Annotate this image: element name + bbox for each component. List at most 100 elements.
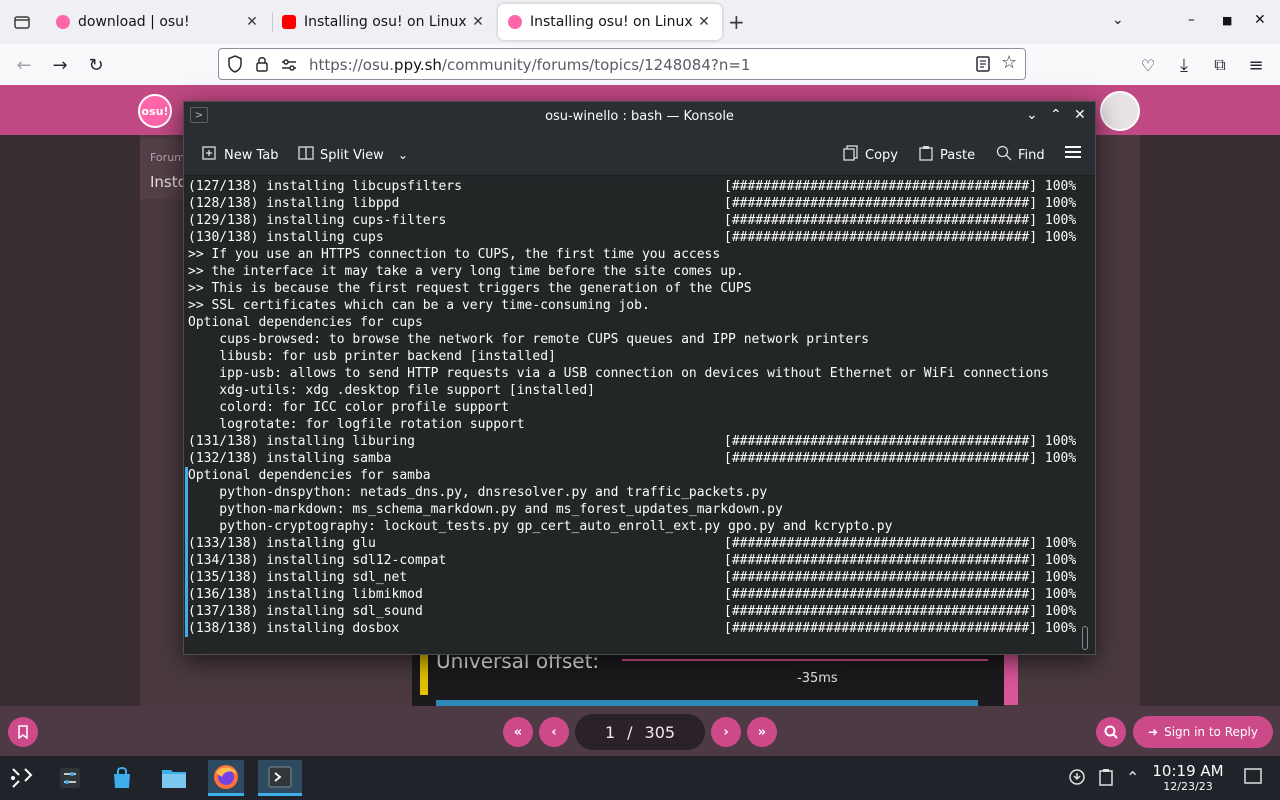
konsole-window[interactable]: > osu-winello : bash — Konsole ⌄ ⌃ ✕ New… xyxy=(183,101,1096,655)
terminal-line: >> This is because the first request tri… xyxy=(188,281,752,296)
terminal-line: >> the interface it may take a very long… xyxy=(188,264,744,279)
terminal-scrollbar[interactable] xyxy=(1082,626,1088,650)
clock[interactable]: 10:19 AM 12/23/23 xyxy=(1146,762,1230,794)
last-page-button[interactable]: » xyxy=(747,717,777,747)
offset-value-badge: -35ms xyxy=(793,670,842,687)
url-bar[interactable]: https://osu.ppy.sh/community/forums/topi… xyxy=(218,48,1026,80)
sign-in-icon: ➜ xyxy=(1148,725,1159,739)
terminal-line: (132/138) installing samba xyxy=(188,451,392,466)
maximize-chevron-icon[interactable]: ⌃ xyxy=(1050,107,1062,123)
konsole-toolbar: New Tab Split View ⌄ Copy Paste Find xyxy=(184,132,1095,176)
minimize-chevron-icon[interactable]: ⌄ xyxy=(1026,107,1038,123)
konsole-close-icon[interactable]: ✕ xyxy=(1074,107,1086,123)
permissions-icon[interactable] xyxy=(281,57,297,76)
konsole-titlebar[interactable]: > osu-winello : bash — Konsole ⌄ ⌃ ✕ xyxy=(184,102,1095,132)
terminal-line: colord: for ICC color profile support xyxy=(188,400,509,415)
downloads-icon[interactable]: ⤓ xyxy=(1172,53,1196,77)
tab-youtube-installing-osu[interactable]: Installing osu! on Linux w ✕ xyxy=(272,4,496,40)
terminal-progress: [######################################]… xyxy=(724,621,1077,636)
back-arrow-icon[interactable]: ← xyxy=(12,53,36,77)
forward-arrow-icon[interactable]: → xyxy=(48,53,72,77)
terminal-progress: [######################################]… xyxy=(724,604,1077,619)
forum-footer-bar: « ‹ 1 / 305 › » ➜ Sign in to Reply xyxy=(0,706,1280,756)
reload-icon[interactable]: ↻ xyxy=(84,53,108,77)
split-view-label: Split View xyxy=(320,147,384,163)
app-menu-icon[interactable]: ≡ xyxy=(1244,53,1268,77)
reader-view-icon[interactable] xyxy=(975,55,991,77)
plasma-taskbar: ⌃ 10:19 AM 12/23/23 xyxy=(0,756,1280,800)
terminal-progress: [######################################]… xyxy=(724,196,1077,211)
page-indicator[interactable]: 1 / 305 xyxy=(575,714,705,750)
close-icon[interactable]: ✕ xyxy=(244,14,260,30)
new-tab-button[interactable]: New Tab xyxy=(202,145,279,165)
app-launcher-icon[interactable] xyxy=(4,760,40,796)
next-page-button[interactable]: › xyxy=(711,717,741,747)
clock-time: 10:19 AM xyxy=(1152,762,1224,780)
window-close-icon[interactable]: ✕ xyxy=(1254,12,1266,28)
tab-installing-osu-forum[interactable]: Installing osu! on Linux w ✕ xyxy=(498,4,722,40)
konsole-taskbar-icon[interactable] xyxy=(258,760,302,796)
file-manager-icon[interactable] xyxy=(156,760,192,796)
shield-icon[interactable] xyxy=(227,55,243,77)
url-path: /community/forums/topics/1248084?n=1 xyxy=(441,56,751,74)
lock-icon[interactable] xyxy=(255,55,269,77)
terminal-line: (136/138) installing libmikmod xyxy=(188,587,423,602)
terminal-line: (135/138) installing sdl_net xyxy=(188,570,408,585)
terminal-line: >> If you use an HTTPS connection to CUP… xyxy=(188,247,721,262)
tab-overflow-chevron-icon[interactable]: ⌄ xyxy=(1112,12,1124,28)
terminal-line: Optional dependencies for samba xyxy=(188,468,431,483)
discover-store-icon[interactable] xyxy=(104,760,140,796)
terminal-line: (128/138) installing libppd xyxy=(188,196,400,211)
show-desktop-icon[interactable] xyxy=(1244,768,1262,788)
tab-download-osu[interactable]: download | osu! ✕ xyxy=(46,4,270,40)
chevron-down-icon[interactable]: ⌄ xyxy=(398,148,408,162)
window-title: osu-winello : bash — Konsole xyxy=(545,109,734,124)
close-icon[interactable]: ✕ xyxy=(470,14,486,30)
terminal-progress: [######################################]… xyxy=(724,451,1077,466)
user-avatar[interactable] xyxy=(1100,91,1140,131)
osu-logo[interactable]: osu! xyxy=(138,94,172,128)
terminal-line: xdg-utils: xdg .desktop file support [in… xyxy=(188,383,595,398)
tray-expand-chevron-icon[interactable]: ⌃ xyxy=(1126,768,1139,787)
youtube-favicon-icon xyxy=(282,15,296,29)
url-text[interactable]: https://osu.ppy.sh/community/forums/topi… xyxy=(309,56,750,74)
find-button[interactable]: Find xyxy=(996,145,1045,165)
browser-tab-bar: download | osu! ✕ Installing osu! on Lin… xyxy=(0,0,1280,44)
previous-page-button[interactable]: ‹ xyxy=(539,717,569,747)
terminal-line: (138/138) installing dosbox xyxy=(188,621,400,636)
terminal-line: (134/138) installing sdl12-compat xyxy=(188,553,447,568)
sign-in-label: Sign in to Reply xyxy=(1164,725,1258,739)
copy-icon xyxy=(843,145,859,165)
close-icon[interactable]: ✕ xyxy=(696,14,712,30)
tab-list-button[interactable] xyxy=(8,8,36,36)
copy-button[interactable]: Copy xyxy=(843,145,898,165)
updates-icon[interactable] xyxy=(1068,768,1086,790)
sign-in-to-reply-button[interactable]: ➜ Sign in to Reply xyxy=(1133,716,1273,748)
terminal-line: Optional dependencies for cups xyxy=(188,315,423,330)
extensions-icon[interactable]: ⧉ xyxy=(1208,53,1232,77)
bookmark-star-icon[interactable]: ☆ xyxy=(1001,52,1017,73)
terminal-line: cups-browsed: to browse the network for … xyxy=(188,332,869,347)
first-page-button[interactable]: « xyxy=(503,717,533,747)
terminal-line: python-markdown: ms_schema_markdown.py a… xyxy=(188,502,783,517)
clipboard-icon[interactable] xyxy=(1098,768,1114,790)
breadcrumb[interactable]: Forum xyxy=(150,151,185,164)
pocket-icon[interactable]: ♡ xyxy=(1136,53,1160,77)
search-icon[interactable] xyxy=(1096,717,1126,747)
firefox-icon[interactable] xyxy=(208,760,244,796)
new-tab-button[interactable]: + xyxy=(728,10,745,34)
maximize-icon[interactable]: ■ xyxy=(1222,14,1232,27)
paste-button[interactable]: Paste xyxy=(918,145,975,165)
terminal-line: python-dnspython: netads_dns.py, dnsreso… xyxy=(188,485,768,500)
page-separator: / xyxy=(627,722,633,742)
split-view-button[interactable]: Split View ⌄ xyxy=(298,145,408,165)
bookmark-icon[interactable] xyxy=(8,717,38,747)
hamburger-menu-icon[interactable] xyxy=(1064,145,1082,159)
offset-slider xyxy=(622,659,988,661)
terminal-output[interactable]: (127/138) installing libcupsfilters [####… xyxy=(184,177,1095,654)
minimize-icon[interactable]: – xyxy=(1188,12,1195,28)
terminal-progress: [######################################]… xyxy=(724,179,1077,194)
tab-title: Installing osu! on Linux w xyxy=(530,14,696,30)
new-tab-icon xyxy=(202,145,218,165)
system-settings-icon[interactable] xyxy=(52,760,88,796)
